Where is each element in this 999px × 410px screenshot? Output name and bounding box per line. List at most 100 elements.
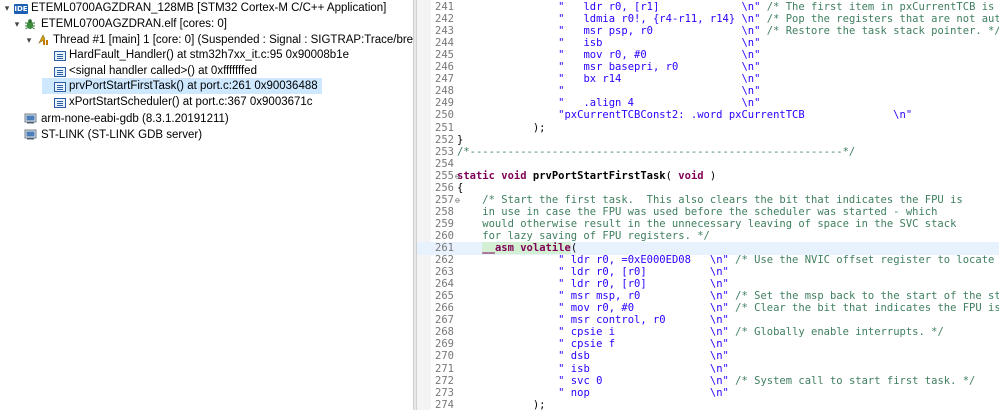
code-text: " isb \n": [457, 37, 760, 50]
expand-toggle-icon[interactable]: ▾: [2, 0, 12, 16]
debug-tree-row[interactable]: ST-LINK (ST-LINK GDB server): [12, 127, 202, 143]
code-line[interactable]: 269 " cpsie f \n": [417, 338, 999, 351]
code-token: ": [457, 302, 571, 315]
debug-tree-row[interactable]: ▾ IDE ETEML0700AGZDRAN_128MB [STM32 Cortex…: [2, 0, 386, 16]
code-editor[interactable]: 241 " ldr r0, [r1] \n" /* The first item…: [417, 0, 999, 410]
code-token: " .align 4 \n": [457, 97, 761, 110]
code-token: ": [457, 278, 571, 291]
code-line[interactable]: 251 );: [417, 122, 999, 135]
code-token: bx r14: [583, 73, 622, 86]
line-number: 264: [435, 278, 454, 291]
debug-tree-row[interactable]: <signal handler called>() at 0xfffffffed: [42, 63, 257, 79]
line-number: 256: [435, 181, 454, 194]
line-number: 246: [435, 61, 454, 74]
debug-tree-row[interactable]: ▾ Thread #1 [main] 1 [core: 0] (Suspended…: [24, 32, 413, 48]
code-line[interactable]: 244 " isb \n": [417, 37, 999, 50]
debug-tree-row[interactable]: xPortStartScheduler() at port.c:367 0x90…: [42, 94, 313, 110]
code-line[interactable]: 271 " isb \n": [417, 363, 999, 376]
code-line[interactable]: 254: [417, 158, 999, 171]
line-number: 269: [435, 338, 454, 351]
code-text: " \n": [457, 85, 760, 98]
code-line[interactable]: 255 ⊖ static void prvPortStartFirstTask( v…: [417, 170, 999, 183]
code-token: \n": [621, 73, 761, 86]
code-line[interactable]: 267 " msr control, r0 \n": [417, 314, 999, 327]
code-text: " dsb \n": [457, 350, 729, 363]
expand-toggle-icon[interactable]: ▾: [24, 32, 34, 48]
code-line[interactable]: 248 " \n": [417, 85, 999, 98]
code-token: ": [457, 25, 584, 38]
code-line[interactable]: 262 " ldr r0, =0xE000ED08 \n" /* Use the…: [417, 254, 999, 267]
debug-tree-row[interactable]: ▾ ETEML0700AGZDRAN.elf [cores: 0]: [12, 16, 227, 32]
line-number: 268: [435, 326, 454, 339]
code-text: __asm volatile(: [457, 242, 577, 255]
code-line[interactable]: 259 would otherwise result in the unnece…: [417, 218, 999, 231]
line-number: 270: [435, 350, 454, 363]
code-line[interactable]: 258 in use in case the FPU was used befo…: [417, 206, 999, 219]
code-line[interactable]: 260 for lazy saving of FPU registers. */: [417, 230, 999, 243]
code-token: \n": [589, 362, 729, 375]
debug-tree-row[interactable]: arm-none-eabi-gdb (8.3.1.20191211): [12, 111, 229, 127]
code-token: dsb: [570, 350, 590, 363]
debug-view: ▾ IDE ETEML0700AGZDRAN_128MB [STM32 Cortex…: [0, 0, 413, 410]
code-text: " cpsie f \n": [457, 338, 729, 351]
code-line[interactable]: 250 "pxCurrentTCBConst2: .word pxCurrent…: [417, 109, 999, 122]
code-token: \n": [646, 278, 729, 291]
code-text: " mov r0, #0 \n": [457, 49, 760, 62]
code-line[interactable]: 263 " ldr r0, [r0] \n": [417, 266, 999, 279]
debug-tree-row[interactable]: prvPortStartFirstTask() at port.c:261 0x…: [42, 78, 322, 94]
code-token: {: [457, 181, 464, 194]
code-token: \n": [615, 326, 729, 339]
code-line[interactable]: 249 " .align 4 \n": [417, 97, 999, 110]
code-token: ldr r0, [r1]: [583, 1, 660, 13]
code-line[interactable]: 270 " dsb \n": [417, 350, 999, 363]
line-number: 245: [435, 49, 454, 62]
code-token: }: [457, 133, 464, 146]
code-line[interactable]: 274 );: [417, 399, 999, 410]
code-token: ): [703, 169, 717, 182]
code-token: would otherwise result in the unnecessar…: [457, 217, 957, 230]
code-line[interactable]: 243 " msr psp, r0 \n" /* Restore the tas…: [417, 25, 999, 38]
line-number: 241: [435, 1, 454, 13]
code-token: \n": [589, 386, 729, 399]
expand-toggle-icon[interactable]: ▾: [12, 16, 22, 32]
line-number: 257: [435, 193, 454, 206]
debug-tree-row[interactable]: HardFault_Handler() at stm32h7xx_it.c:95…: [42, 47, 349, 63]
code-token: \n": [646, 266, 729, 279]
code-line[interactable]: 273 " nop \n": [417, 387, 999, 400]
code-token: ": [457, 266, 571, 279]
code-line[interactable]: 257 ⊖ /* Start the first task. This also …: [417, 194, 999, 207]
line-number: 261: [435, 242, 454, 254]
debug-tree-label: xPortStartScheduler() at port.c:367 0x90…: [69, 96, 313, 108]
code-line[interactable]: 265 " msr msp, r0 \n" /* Set the msp bac…: [417, 290, 999, 303]
code-text: would otherwise result in the unnecessar…: [457, 218, 956, 231]
line-number: 262: [435, 254, 454, 267]
code-line[interactable]: 245 " mov r0, #0 \n": [417, 49, 999, 62]
line-number: 267: [435, 314, 454, 327]
code-line[interactable]: 261 __asm volatile(: [417, 242, 999, 255]
code-line[interactable]: 268 " cpsie i \n" /* Globally enable int…: [417, 326, 999, 339]
line-number: 263: [435, 266, 454, 279]
code-text: /*--------------------------------------…: [457, 146, 855, 159]
code-token: msr control, r0: [570, 314, 666, 327]
code-line[interactable]: 264 " ldr r0, [r0] \n": [417, 278, 999, 291]
line-number: 247: [435, 73, 454, 86]
code-line[interactable]: 252}: [417, 134, 999, 147]
code-line[interactable]: 241 " ldr r0, [r1] \n" /* The first item…: [417, 1, 999, 14]
line-number: 250: [435, 109, 454, 122]
code-token: ": [457, 254, 571, 267]
code-token: /* Pop the registers that are not automa…: [766, 13, 999, 26]
debug-tree-label: prvPortStartFirstTask() at port.c:261 0x…: [69, 80, 318, 92]
code-token: );: [457, 398, 546, 410]
code-line[interactable]: 266 " mov r0, #0 \n" /* Clear the bit th…: [417, 302, 999, 315]
stack-frame-icon: [54, 51, 66, 61]
code-line[interactable]: 246 " msr basepri, r0 \n": [417, 61, 999, 74]
line-number: 252: [435, 133, 454, 146]
code-line[interactable]: 247 " bx r14 \n": [417, 73, 999, 86]
code-line[interactable]: 253/*-----------------------------------…: [417, 146, 999, 159]
code-line[interactable]: 242 " ldmia r0!, {r4-r11, r14} \n" /* Po…: [417, 13, 999, 26]
code-token: ": [457, 1, 584, 13]
code-line[interactable]: 256{: [417, 182, 999, 195]
code-token: nop: [570, 386, 590, 399]
code-line[interactable]: 272 " svc 0 \n" /* System call to start …: [417, 375, 999, 388]
